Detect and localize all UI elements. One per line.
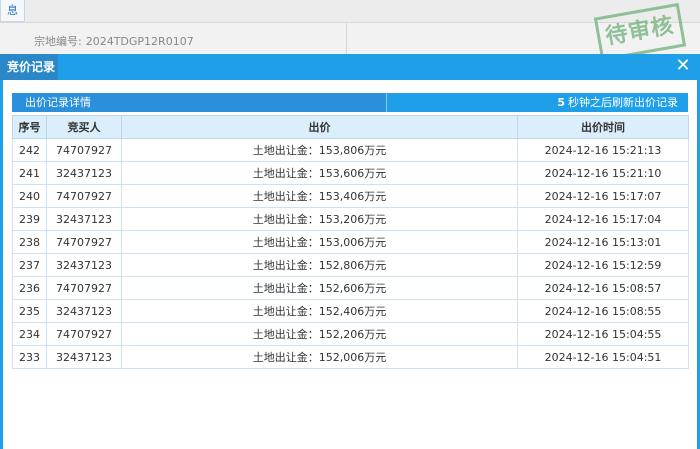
- row-bidder: 32437123: [46, 345, 122, 369]
- row-time: 2024-12-16 15:17:07: [517, 184, 689, 208]
- table-row: 236 74707927 土地出让金：152,606万元 2024-12-16 15:…: [12, 276, 689, 300]
- row-time: 2024-12-16 15:13:01: [517, 230, 689, 254]
- row-bid: 土地出让金：152,606万元: [121, 276, 518, 300]
- land-number-label: 宗地编号: 2024TDGP12R0107: [34, 35, 194, 48]
- row-seq: 242: [12, 138, 47, 162]
- modal-body: 出价记录详情 5 秒钟之后刷新出价记录 序号 竞买人 出价 出价时间 242 747…: [3, 80, 697, 449]
- row-seq: 234: [12, 322, 47, 346]
- row-bid: 土地出让金：153,006万元: [121, 230, 518, 254]
- row-bid: 土地出让金：153,406万元: [121, 184, 518, 208]
- column-header-time: 出价时间: [517, 115, 689, 139]
- table-row: 233 32437123 土地出让金：152,006万元 2024-12-16 15:…: [12, 345, 689, 369]
- row-time: 2024-12-16 15:21:10: [517, 161, 689, 185]
- row-time: 2024-12-16 15:17:04: [517, 207, 689, 231]
- row-bidder: 74707927: [46, 322, 122, 346]
- row-bidder: 32437123: [46, 253, 122, 277]
- table-row: 237 32437123 土地出让金：152,806万元 2024-12-16 15:…: [12, 253, 689, 277]
- row-seq: 236: [12, 276, 47, 300]
- table-row: 234 74707927 土地出让金：152,206万元 2024-12-16 15:…: [12, 322, 689, 346]
- row-bidder: 32437123: [46, 299, 122, 323]
- row-bidder: 32437123: [46, 207, 122, 231]
- row-bidder: 74707927: [46, 138, 122, 162]
- row-bid: 土地出让金：152,406万元: [121, 299, 518, 323]
- row-seq: 233: [12, 345, 47, 369]
- modal-header: 竞价记录 ✕: [0, 54, 700, 80]
- column-header-seq: 序号: [12, 115, 47, 139]
- row-bidder: 32437123: [46, 161, 122, 185]
- row-time: 2024-12-16 15:21:13: [517, 138, 689, 162]
- section-title: 出价记录详情: [12, 93, 387, 112]
- table-row: 240 74707927 土地出让金：153,406万元 2024-12-16 15:…: [12, 184, 689, 208]
- row-seq: 239: [12, 207, 47, 231]
- modal-title: 竞价记录: [0, 54, 59, 80]
- row-bid: 土地出让金：152,006万元: [121, 345, 518, 369]
- row-bid: 土地出让金：153,806万元: [121, 138, 518, 162]
- table-row: 242 74707927 土地出让金：153,806万元 2024-12-16 15:…: [12, 138, 689, 162]
- row-time: 2024-12-16 15:04:55: [517, 322, 689, 346]
- row-bidder: 74707927: [46, 184, 122, 208]
- column-header-bid: 出价: [121, 115, 518, 139]
- row-bid: 土地出让金：152,806万元: [121, 253, 518, 277]
- refresh-count: 5: [557, 96, 565, 109]
- row-time: 2024-12-16 15:12:59: [517, 253, 689, 277]
- info-tab[interactable]: 息: [0, 0, 25, 22]
- row-time: 2024-12-16 15:08:55: [517, 299, 689, 323]
- row-seq: 237: [12, 253, 47, 277]
- table-row: 238 74707927 土地出让金：153,006万元 2024-12-16 15:…: [12, 230, 689, 254]
- divider: [346, 23, 347, 57]
- bid-records-table: 序号 竞买人 出价 出价时间 242 74707927 土地出让金：153,806万…: [12, 115, 689, 369]
- row-time: 2024-12-16 15:04:51: [517, 345, 689, 369]
- table-row: 235 32437123 土地出让金：152,406万元 2024-12-16 15:…: [12, 299, 689, 323]
- close-icon[interactable]: ✕: [674, 57, 692, 75]
- bid-records-modal: 竞价记录 ✕ 出价记录详情 5 秒钟之后刷新出价记录 序号 竞买人 出价 出价时间: [0, 54, 700, 449]
- column-header-bidder: 竞买人: [46, 115, 122, 139]
- section-header: 出价记录详情 5 秒钟之后刷新出价记录: [12, 93, 688, 112]
- row-bidder: 74707927: [46, 230, 122, 254]
- refresh-countdown: 5 秒钟之后刷新出价记录: [557, 93, 678, 112]
- row-seq: 238: [12, 230, 47, 254]
- row-bid: 土地出让金：152,206万元: [121, 322, 518, 346]
- row-seq: 240: [12, 184, 47, 208]
- refresh-text: 秒钟之后刷新出价记录: [568, 96, 678, 109]
- table-row: 239 32437123 土地出让金：153,206万元 2024-12-16 15:…: [12, 207, 689, 231]
- table-row: 241 32437123 土地出让金：153,606万元 2024-12-16 15:…: [12, 161, 689, 185]
- row-time: 2024-12-16 15:08:57: [517, 276, 689, 300]
- row-bid: 土地出让金：153,206万元: [121, 207, 518, 231]
- land-number-value: 2024TDGP12R0107: [85, 35, 194, 48]
- row-bid: 土地出让金：153,606万元: [121, 161, 518, 185]
- table-header-row: 序号 竞买人 出价 出价时间: [12, 115, 689, 139]
- row-seq: 235: [12, 299, 47, 323]
- row-bidder: 74707927: [46, 276, 122, 300]
- row-seq: 241: [12, 161, 47, 185]
